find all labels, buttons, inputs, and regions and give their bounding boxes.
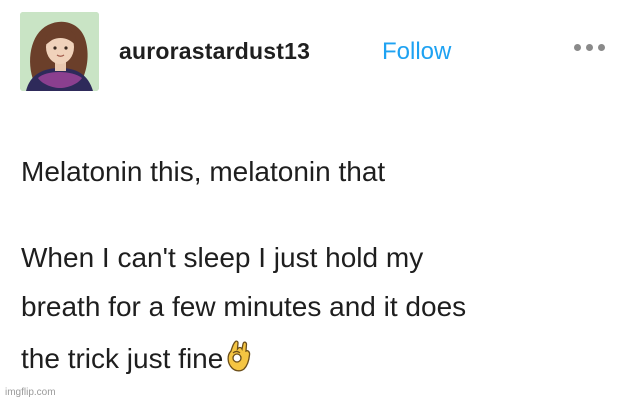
username[interactable]: aurorastardust13 — [119, 38, 310, 65]
post-text-last-line: the trick just fine — [21, 340, 254, 381]
avatar-illustration — [20, 12, 99, 91]
post-text-line: When I can't sleep I just hold my — [21, 242, 424, 273]
avatar[interactable] — [20, 12, 99, 91]
more-options-icon[interactable] — [574, 44, 605, 51]
follow-button[interactable]: Follow — [382, 38, 451, 66]
tumblr-post: aurorastardust13 Follow Melatonin this, … — [0, 0, 623, 401]
post-text-line: the trick just fine — [21, 342, 224, 374]
watermark: imgflip.com — [5, 387, 56, 398]
dot — [586, 44, 593, 51]
ok-hand-emoji — [224, 338, 254, 379]
dot — [598, 44, 605, 51]
dot — [574, 44, 581, 51]
post-text-line: breath for a few minutes and it does — [21, 291, 467, 322]
post-text-line: Melatonin this, melatonin that — [21, 156, 386, 187]
